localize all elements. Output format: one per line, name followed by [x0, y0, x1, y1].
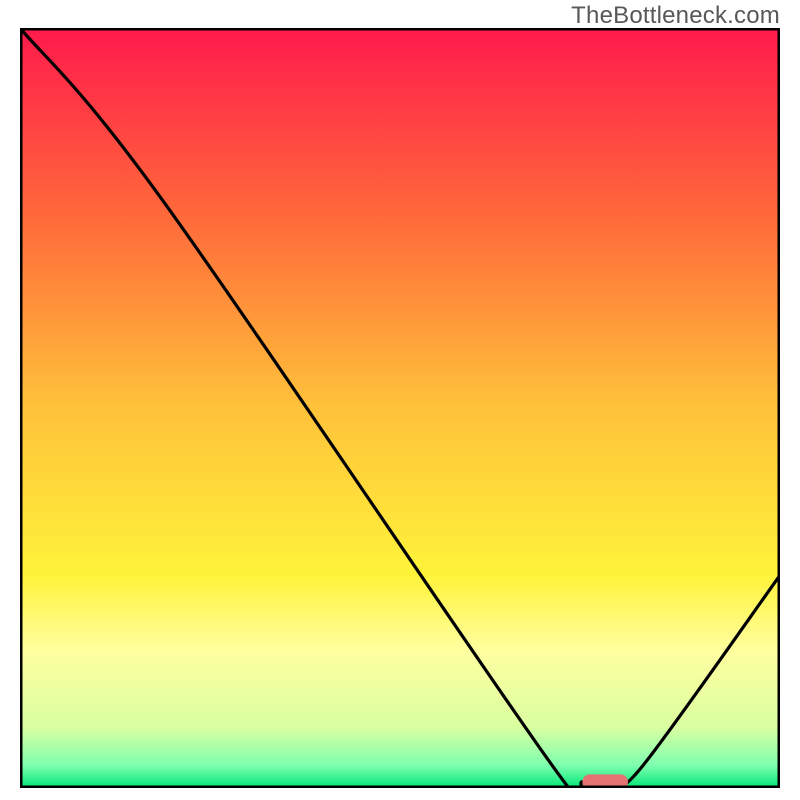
chart-plot: [20, 28, 780, 788]
chart-svg: [20, 28, 780, 788]
watermark-text: TheBottleneck.com: [571, 2, 780, 30]
chart-frame: TheBottleneck.com: [0, 0, 800, 800]
gradient-background: [20, 28, 780, 788]
